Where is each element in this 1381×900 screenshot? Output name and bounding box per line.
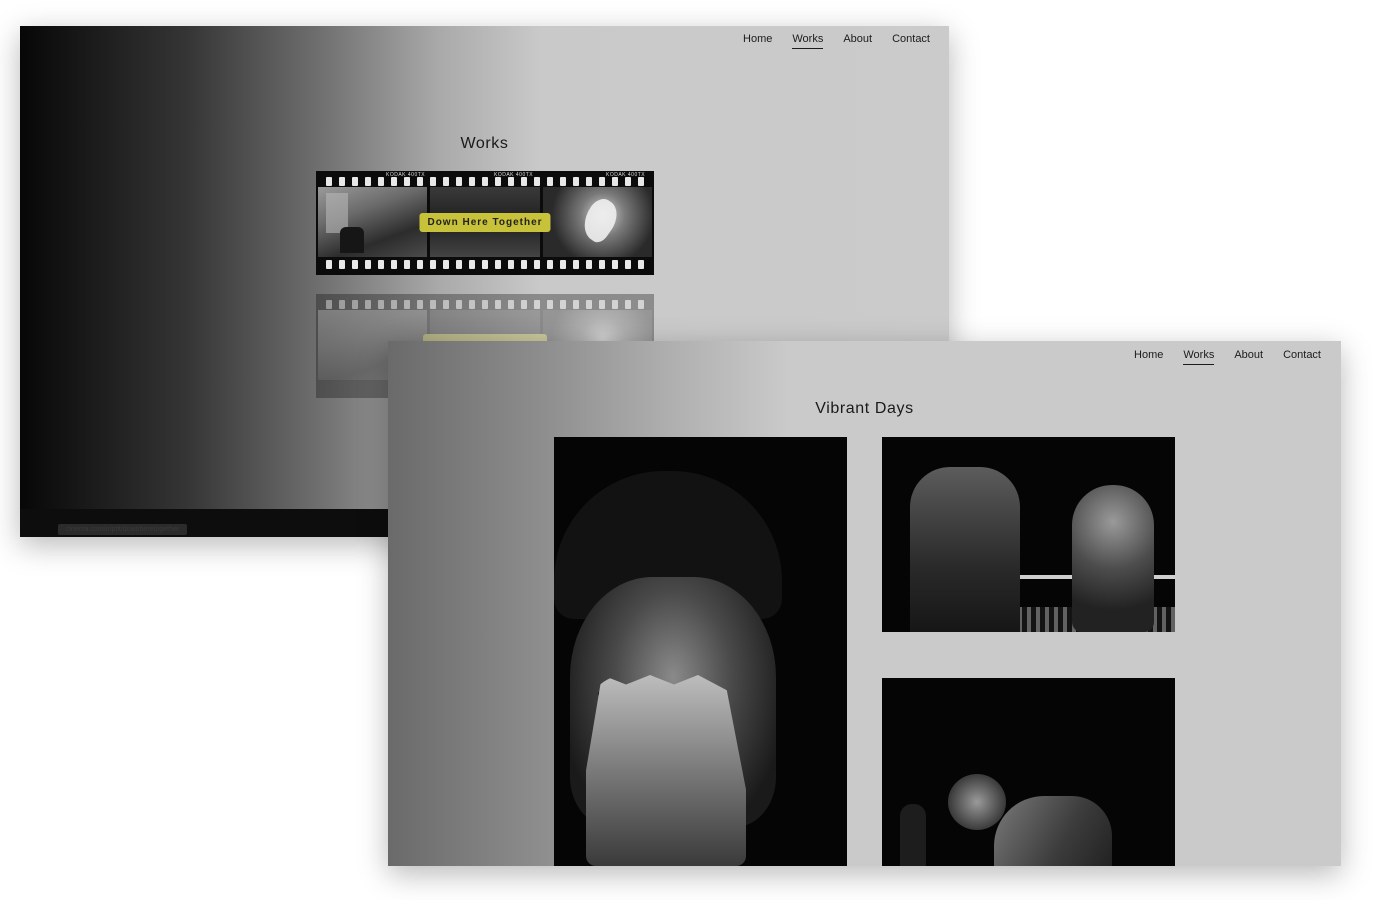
nav-works-link[interactable]: Works xyxy=(792,33,824,49)
gallery-photo-couple[interactable] xyxy=(882,437,1175,632)
film-perforations xyxy=(326,260,644,269)
film-frame-photo xyxy=(318,187,428,257)
nav-about-link[interactable]: About xyxy=(1234,349,1263,365)
gallery-photo-dancer[interactable] xyxy=(882,678,1175,866)
film-marking: KODAK 400TX xyxy=(386,172,426,178)
nav-contact-link[interactable]: Contact xyxy=(1283,349,1321,365)
gallery-photo-portrait[interactable] xyxy=(554,437,847,866)
nav-contact-link[interactable]: Contact xyxy=(892,33,930,49)
film-perforations xyxy=(326,300,644,309)
main-nav: Home Works About Contact xyxy=(723,33,930,49)
film-perforations xyxy=(326,177,644,186)
main-nav: Home Works About Contact xyxy=(1114,349,1321,365)
nav-about-link[interactable]: About xyxy=(843,33,872,49)
status-url: cinema.com/n/ptit/downheretogether xyxy=(58,524,188,535)
nav-home-link[interactable]: Home xyxy=(1134,349,1163,365)
nav-home-link[interactable]: Home xyxy=(743,33,772,49)
project-title-label: Down Here Together xyxy=(419,213,551,232)
nav-works-link[interactable]: Works xyxy=(1183,349,1215,365)
vibrant-days-page-window: Home Works About Contact Vibrant Days xyxy=(388,341,1341,866)
film-frame-photo xyxy=(542,187,652,257)
page-title: Works xyxy=(460,135,509,152)
film-marking: KODAK 400TX xyxy=(494,172,534,178)
project-card-down-here-together[interactable]: KODAK 400TX KODAK 400TX KODAK 400TX Down… xyxy=(316,171,654,275)
page-title: Vibrant Days xyxy=(815,400,914,417)
film-marking: KODAK 400TX xyxy=(606,172,646,178)
